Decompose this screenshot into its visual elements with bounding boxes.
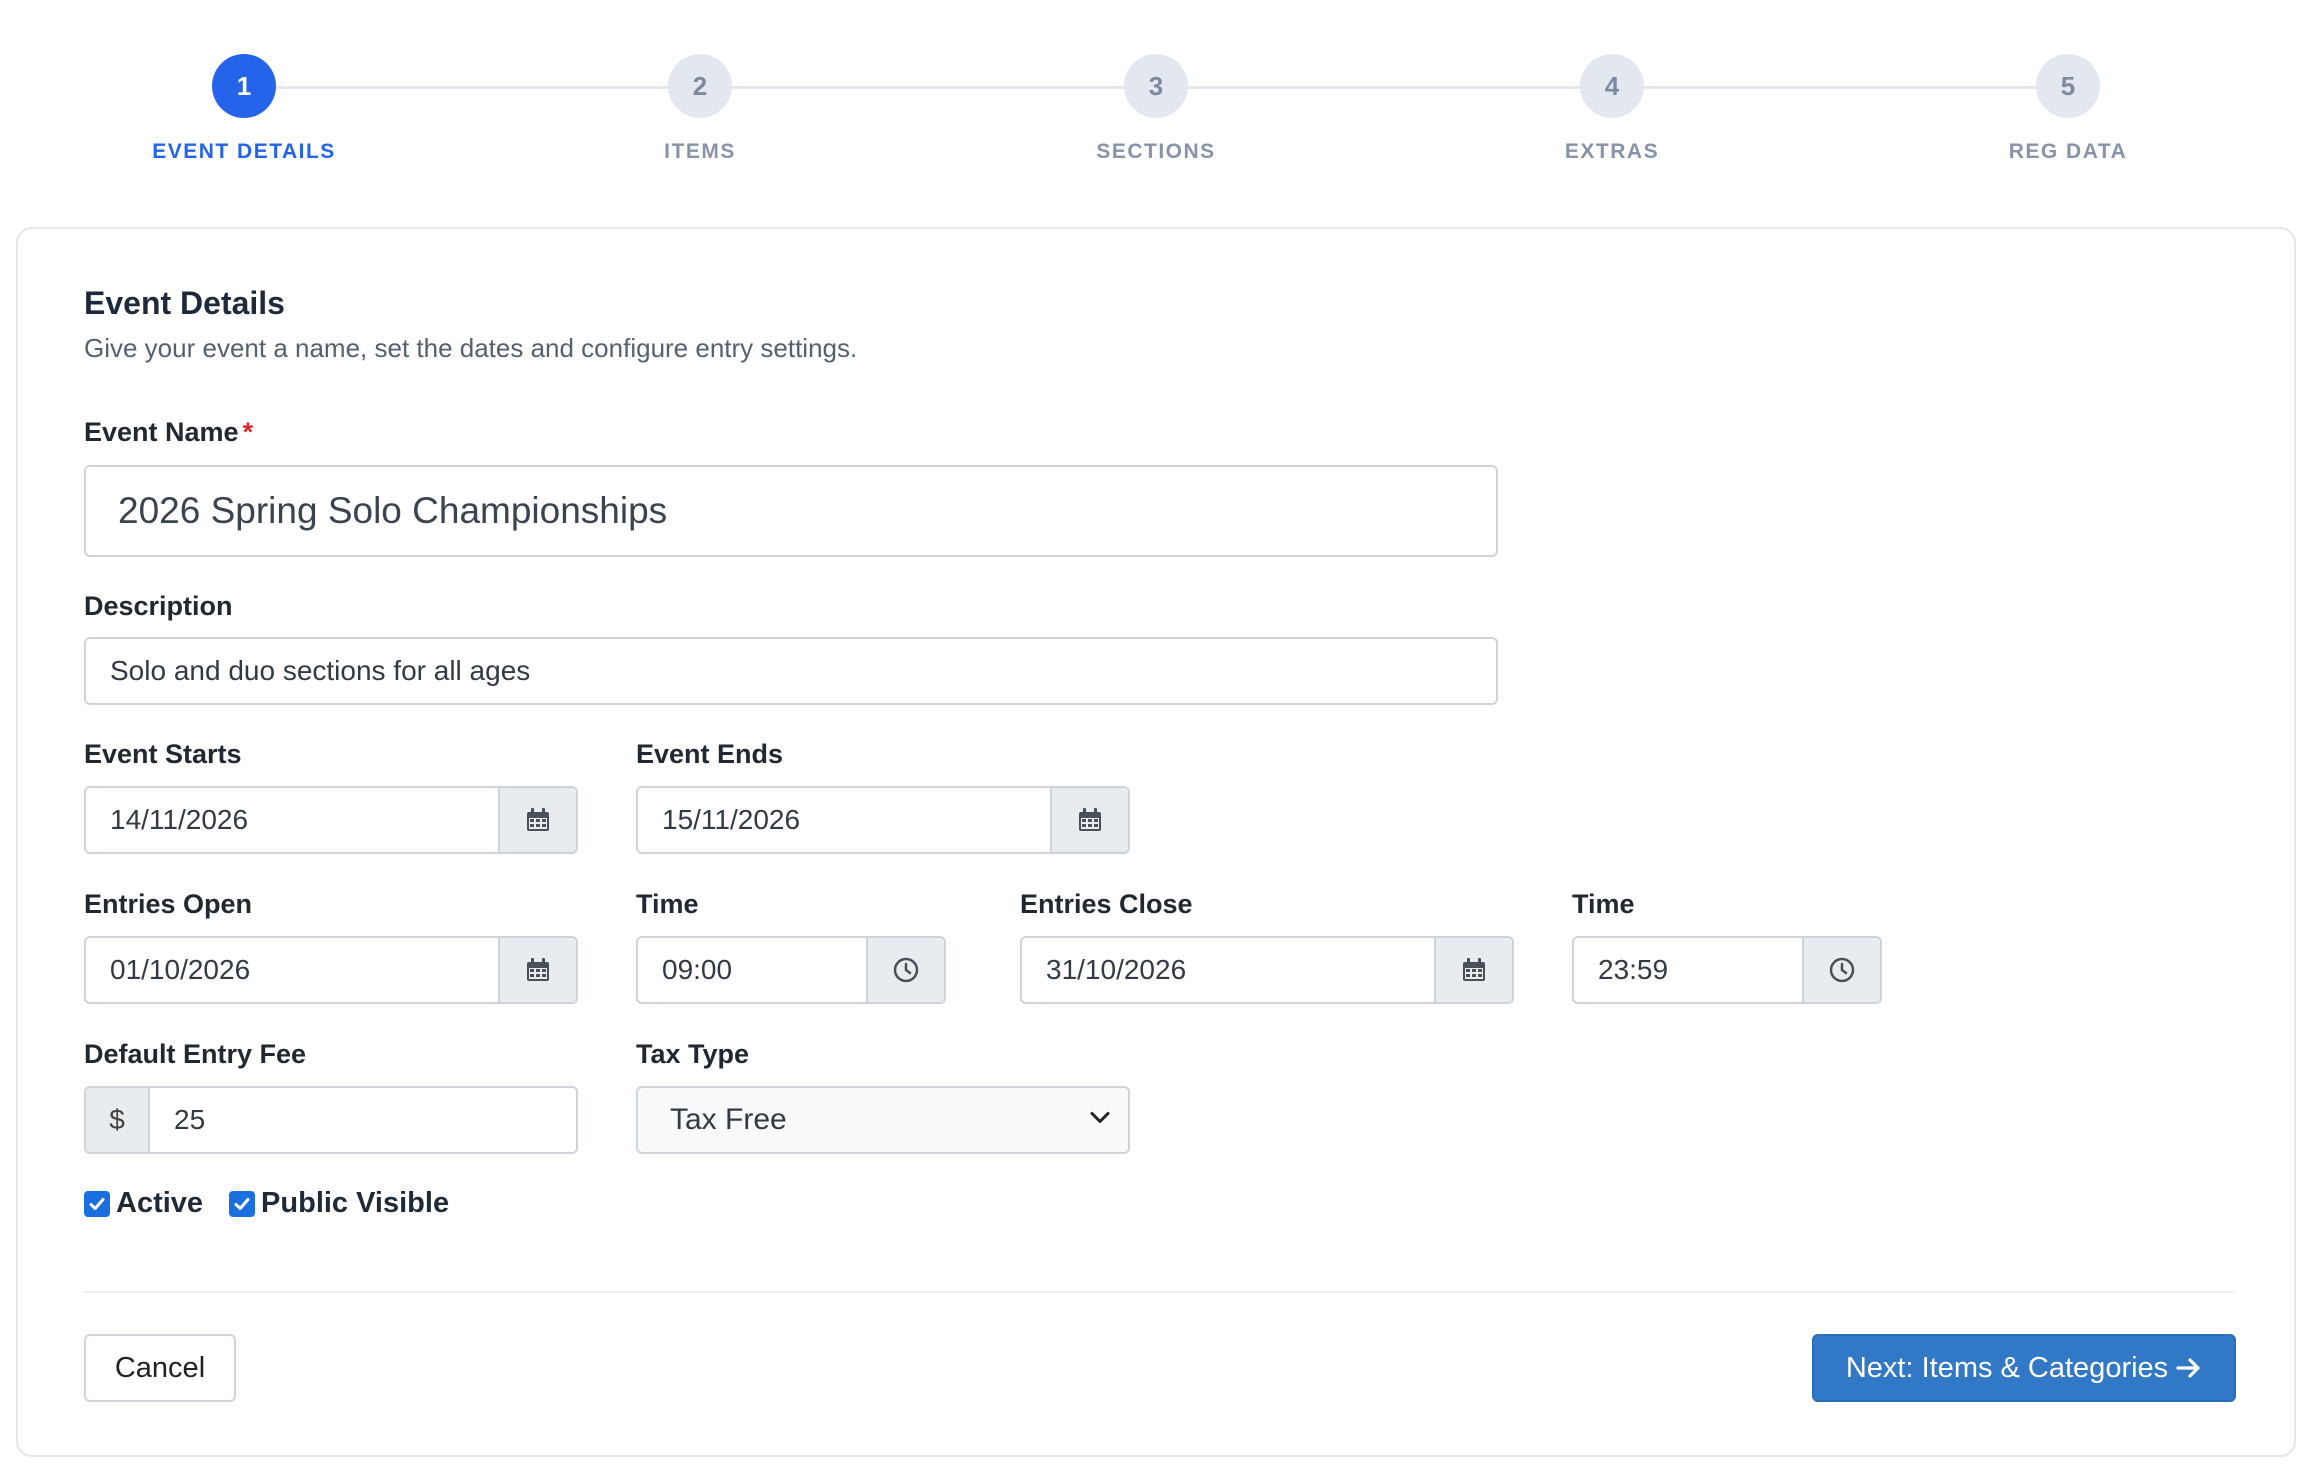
step-number: 3 [1124, 54, 1188, 118]
default-entry-fee-input[interactable]: $ 25 [84, 1086, 578, 1154]
entries-open-input[interactable]: 01/10/2026 [84, 936, 578, 1004]
event-starts-input[interactable]: 14/11/2026 [84, 786, 578, 854]
next-items-categories-button[interactable]: Next: Items & Categories [1812, 1334, 2236, 1402]
visibility-options: Active Public Visible [84, 1187, 475, 1220]
tax-type-value: Tax Free [670, 1103, 787, 1136]
footer-divider [84, 1291, 2234, 1293]
required-marker: * [242, 417, 254, 447]
default-entry-fee-value: 25 [174, 1104, 206, 1135]
entries-open-time-input[interactable]: 09:00 [636, 936, 946, 1004]
arrow-right-icon [2176, 1357, 2202, 1379]
currency-prefix: $ [86, 1088, 150, 1152]
card-subtitle: Give your event a name, set the dates an… [84, 333, 858, 363]
event-ends-label: Event Ends [636, 739, 784, 769]
event-name-value: 2026 Spring Solo Championships [118, 490, 668, 531]
event-starts-label: Event Starts [84, 739, 242, 769]
step-label: SECTIONS [1096, 140, 1216, 163]
wizard-stepper: 1 EVENT DETAILS 2 ITEMS 3 SECTIONS 4 EXT… [0, 0, 2312, 200]
active-checkbox[interactable] [84, 1190, 110, 1217]
event-name-label: Event Name * [84, 417, 253, 448]
step-reg-data[interactable]: 5 REG DATA [1968, 54, 2168, 164]
cancel-button[interactable]: Cancel [84, 1334, 236, 1402]
clock-icon[interactable] [866, 938, 944, 1002]
step-number: 4 [1580, 54, 1644, 118]
entries-open-time-value: 09:00 [662, 954, 733, 985]
calendar-icon[interactable] [498, 788, 576, 852]
card-title: Event Details [84, 285, 285, 321]
event-name-input[interactable]: 2026 Spring Solo Championships [84, 465, 1498, 557]
description-value: Solo and duo sections for all ages [110, 655, 531, 686]
event-starts-value: 14/11/2026 [110, 804, 249, 835]
description-input[interactable]: Solo and duo sections for all ages [84, 637, 1498, 705]
default-entry-fee-label: Default Entry Fee [84, 1039, 307, 1069]
description-label: Description [84, 591, 233, 621]
chevron-down-icon [1090, 1111, 1110, 1130]
entries-close-time-label: Time [1572, 889, 1635, 919]
step-items[interactable]: 2 ITEMS [600, 54, 800, 164]
event-ends-value: 15/11/2026 [662, 804, 801, 835]
wizard-page: 1 EVENT DETAILS 2 ITEMS 3 SECTIONS 4 EXT… [0, 0, 2312, 1470]
calendar-icon[interactable] [1434, 938, 1512, 1002]
step-label: EXTRAS [1564, 140, 1660, 163]
active-label[interactable]: Active [116, 1187, 203, 1220]
entries-open-label: Entries Open [84, 889, 253, 919]
step-sections[interactable]: 3 SECTIONS [1056, 54, 1256, 164]
event-name-label-text: Event Name [84, 417, 239, 447]
entries-open-value: 01/10/2026 [110, 954, 251, 985]
entries-open-time-label: Time [636, 889, 699, 919]
calendar-icon[interactable] [498, 938, 576, 1002]
entries-close-input[interactable]: 31/10/2026 [1020, 936, 1514, 1004]
tax-type-select[interactable]: Tax Free [636, 1086, 1130, 1154]
step-number: 5 [2036, 54, 2100, 118]
calendar-icon[interactable] [1050, 788, 1128, 852]
entries-close-time-value: 23:59 [1598, 954, 1669, 985]
step-label: REG DATA [2008, 140, 2128, 163]
step-label: EVENT DETAILS [152, 140, 336, 163]
step-event-details[interactable]: 1 EVENT DETAILS [144, 54, 344, 164]
entries-close-label: Entries Close [1020, 889, 1193, 919]
event-details-card: Event Details Give your event a name, se… [16, 227, 2296, 1457]
tax-type-label: Tax Type [636, 1039, 750, 1069]
step-extras[interactable]: 4 EXTRAS [1512, 54, 1712, 164]
step-number: 1 [212, 54, 276, 118]
step-number: 2 [668, 54, 732, 118]
clock-icon[interactable] [1802, 938, 1880, 1002]
event-ends-input[interactable]: 15/11/2026 [636, 786, 1130, 854]
public-visible-label[interactable]: Public Visible [261, 1187, 449, 1220]
public-visible-checkbox[interactable] [229, 1190, 256, 1217]
entries-close-time-input[interactable]: 23:59 [1572, 936, 1882, 1004]
cancel-button-label: Cancel [114, 1351, 206, 1384]
next-button-label: Next: Items & Categories [1845, 1351, 2169, 1384]
step-label: ITEMS [664, 140, 736, 163]
entries-close-value: 31/10/2026 [1046, 954, 1187, 985]
